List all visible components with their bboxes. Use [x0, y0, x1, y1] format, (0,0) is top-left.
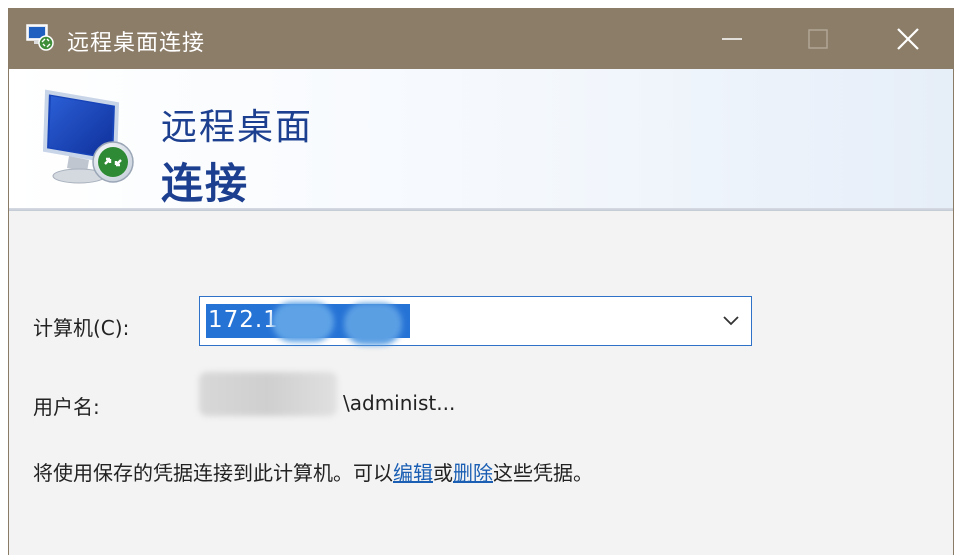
maximize-icon — [808, 28, 828, 49]
computer-combobox[interactable]: 172.1 — [199, 296, 752, 346]
rdp-window: 远程桌面连接 远程桌面 连接 计算机(C): 172.1 用户名: \admin… — [8, 8, 954, 555]
redacted-blur — [272, 302, 334, 342]
maximize-button[interactable] — [795, 8, 841, 69]
minimize-button[interactable] — [709, 8, 755, 69]
edit-credentials-link[interactable]: 编辑 — [393, 461, 433, 485]
computer-label: 计算机(C): — [33, 316, 130, 340]
note-prefix: 将使用保存的凭据连接到此计算机。可以 — [33, 461, 393, 485]
note-middle: 或 — [433, 461, 453, 485]
monitor-connection-icon — [42, 89, 134, 184]
close-button[interactable] — [885, 8, 931, 69]
chevron-down-icon[interactable] — [721, 313, 741, 329]
remote-desktop-icon — [26, 24, 54, 51]
banner-title-line1: 远程桌面 — [161, 107, 314, 148]
minimize-icon — [722, 37, 742, 40]
close-icon — [897, 27, 919, 50]
username-label: 用户名: — [33, 395, 100, 419]
redacted-blur — [344, 303, 402, 345]
window-title: 远程桌面连接 — [67, 31, 206, 56]
title-bar[interactable]: 远程桌面连接 — [9, 8, 953, 69]
username-value: \administ... — [343, 391, 456, 415]
saved-credentials-note: 将使用保存的凭据连接到此计算机。可以编辑或删除这些凭据。 — [33, 457, 593, 486]
note-suffix: 这些凭据。 — [493, 461, 593, 485]
delete-credentials-link[interactable]: 删除 — [453, 461, 493, 485]
computer-input-value[interactable]: 172.1 — [208, 307, 279, 333]
redacted-blur — [199, 372, 337, 416]
header-banner — [9, 69, 953, 209]
banner-divider — [9, 208, 953, 211]
banner-title-line2: 连接 — [161, 159, 250, 208]
